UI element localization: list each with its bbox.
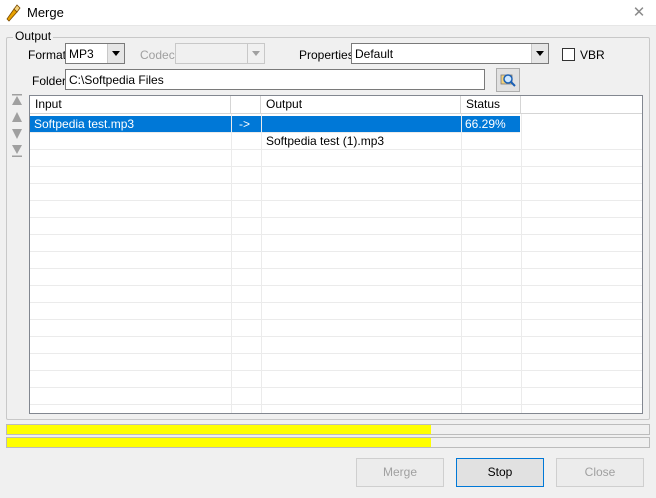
output-group-label: Output bbox=[13, 29, 54, 43]
file-progress-fill bbox=[7, 425, 431, 434]
column-header-status[interactable]: Status bbox=[461, 96, 521, 114]
codec-dropdown[interactable] bbox=[175, 43, 265, 64]
folder-label: Folder bbox=[32, 74, 67, 88]
output-cell bbox=[261, 116, 461, 133]
format-value: MP3 bbox=[69, 47, 94, 61]
table-row[interactable]: Softpedia test.mp3 -> 66.29% bbox=[30, 116, 520, 133]
arrow-cell bbox=[235, 133, 261, 150]
close-icon: ✕ bbox=[632, 4, 646, 21]
input-cell: Softpedia test.mp3 bbox=[34, 117, 135, 131]
empty-row bbox=[30, 218, 642, 235]
browse-folder-button[interactable] bbox=[496, 68, 520, 92]
properties-value: Default bbox=[355, 47, 394, 61]
format-label: Format bbox=[28, 48, 67, 62]
file-progress-bar bbox=[6, 424, 650, 435]
column-header-output[interactable]: Output bbox=[261, 96, 461, 114]
close-window-button[interactable]: ✕ bbox=[628, 3, 650, 23]
move-up-icon[interactable] bbox=[9, 109, 25, 125]
window-title: Merge bbox=[27, 5, 64, 20]
column-header-arrow[interactable] bbox=[231, 96, 261, 114]
list-header: Input Output Status bbox=[30, 96, 642, 114]
output-cell: Softpedia test (1).mp3 bbox=[266, 134, 385, 148]
empty-row bbox=[30, 286, 642, 303]
codec-label: Codec bbox=[140, 48, 175, 62]
file-list[interactable]: Input Output Status Softpedia test.mp3 -… bbox=[29, 95, 643, 414]
folder-value: C:\Softpedia Files bbox=[69, 73, 164, 87]
table-row[interactable]: Softpedia test (1).mp3 bbox=[30, 133, 642, 150]
merge-button[interactable]: Merge bbox=[356, 458, 444, 487]
status-cell bbox=[461, 133, 521, 150]
empty-row bbox=[30, 337, 642, 354]
empty-row bbox=[30, 303, 642, 320]
empty-row bbox=[30, 354, 642, 371]
empty-row bbox=[30, 235, 642, 252]
empty-row bbox=[30, 201, 642, 218]
grid-line bbox=[231, 114, 232, 413]
vbr-checkbox[interactable] bbox=[562, 48, 575, 61]
empty-row bbox=[30, 320, 642, 337]
move-to-top-icon[interactable] bbox=[9, 92, 25, 108]
folder-input[interactable]: C:\Softpedia Files bbox=[65, 69, 485, 90]
column-header-input[interactable]: Input bbox=[30, 96, 231, 114]
close-button[interactable]: Close bbox=[556, 458, 644, 487]
magnifier-icon bbox=[500, 74, 516, 87]
stop-button[interactable]: Stop bbox=[456, 458, 544, 487]
empty-row bbox=[30, 184, 642, 201]
move-to-bottom-icon[interactable] bbox=[9, 143, 25, 159]
empty-row bbox=[30, 269, 642, 286]
status-cell: 66.29% bbox=[465, 117, 506, 131]
input-cell bbox=[30, 133, 231, 150]
empty-row bbox=[30, 167, 642, 184]
title-bar: Merge ✕ bbox=[0, 0, 656, 26]
grid-line bbox=[261, 114, 262, 413]
grid-line bbox=[521, 114, 522, 413]
total-progress-bar bbox=[6, 437, 650, 448]
vbr-label: VBR bbox=[580, 48, 605, 62]
total-progress-fill bbox=[7, 438, 431, 447]
empty-row bbox=[30, 388, 642, 405]
chevron-down-icon bbox=[247, 44, 264, 63]
format-dropdown[interactable]: MP3 bbox=[65, 43, 125, 64]
chevron-down-icon bbox=[107, 44, 124, 63]
properties-label: Properties bbox=[299, 48, 354, 62]
properties-dropdown[interactable]: Default bbox=[351, 43, 549, 64]
move-down-icon[interactable] bbox=[9, 126, 25, 142]
app-icon bbox=[6, 4, 21, 22]
empty-row bbox=[30, 371, 642, 388]
chevron-down-icon bbox=[531, 44, 548, 63]
grid-line bbox=[461, 114, 462, 413]
empty-row bbox=[30, 150, 642, 167]
arrow-cell: -> bbox=[239, 117, 251, 131]
empty-row bbox=[30, 252, 642, 269]
